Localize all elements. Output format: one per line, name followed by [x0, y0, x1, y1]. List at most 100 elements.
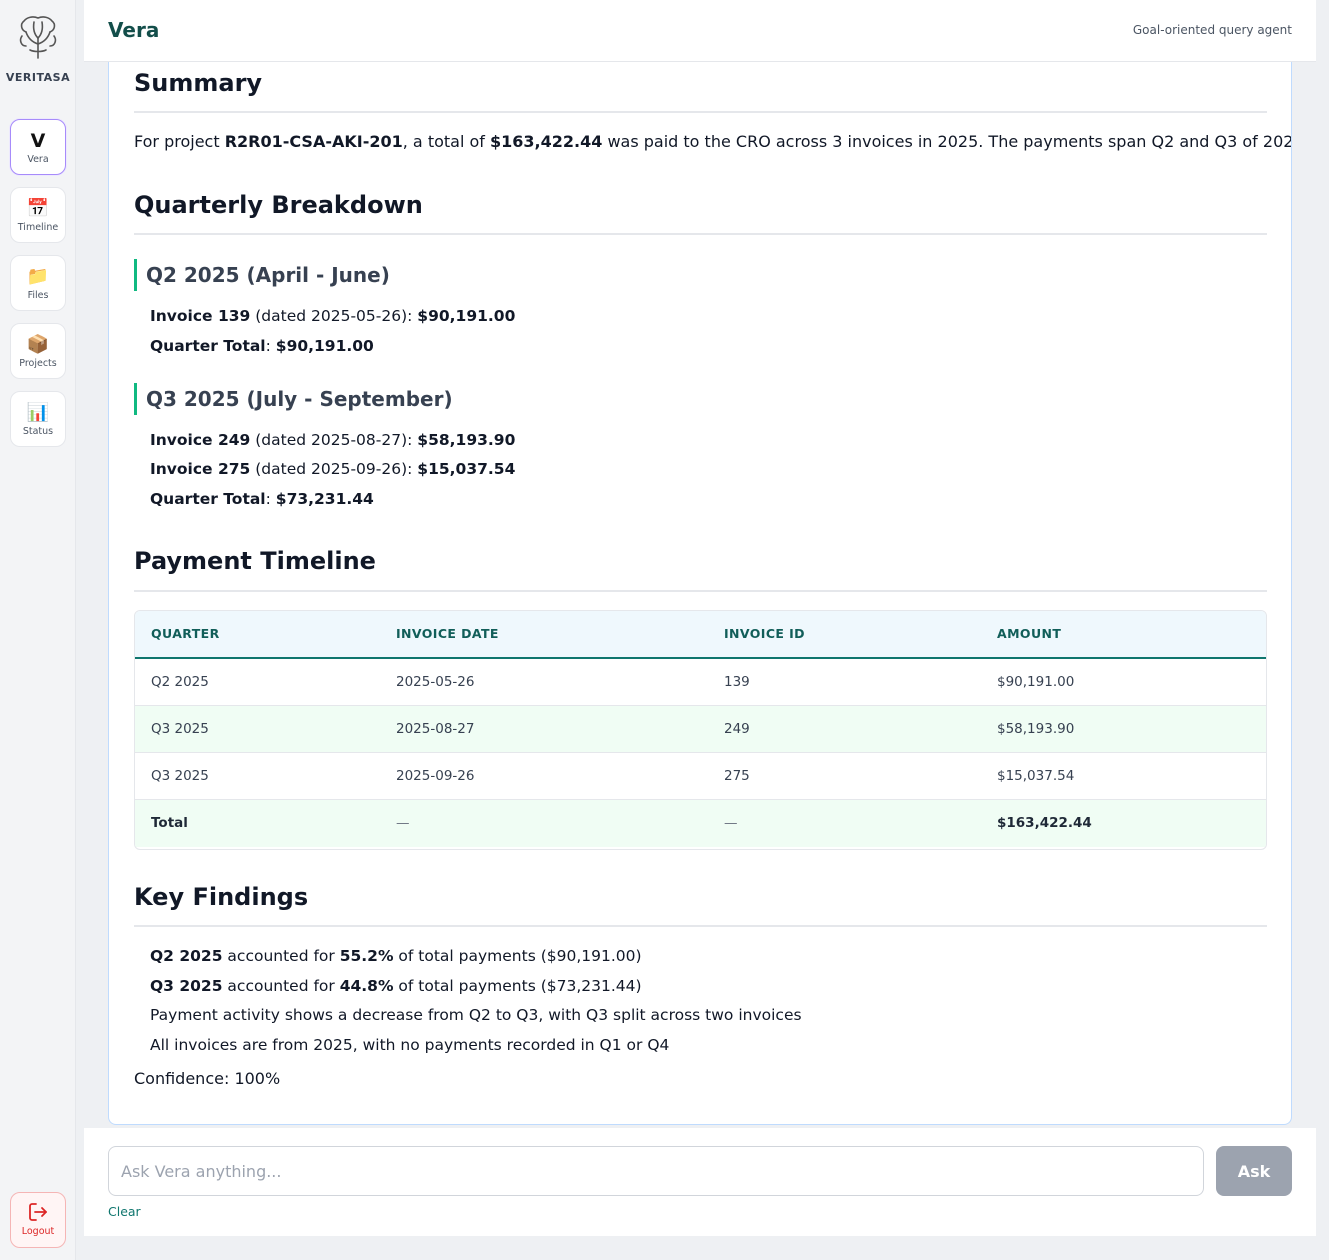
nav-label-projects: Projects: [19, 358, 57, 369]
bar-chart-icon: 📊: [26, 402, 50, 423]
finding-item: All invoices are from 2025, with no paym…: [150, 1036, 670, 1054]
summary-total: $163,422.44: [490, 132, 603, 151]
table-row: Q3 2025 2025-08-27 249 $58,193.90: [135, 706, 1266, 753]
q3-total-line: Quarter Total: $73,231.44: [150, 490, 374, 508]
nav-item-projects[interactable]: 📦 Projects: [10, 323, 66, 379]
table-cell: 249: [724, 721, 750, 737]
logout-button[interactable]: Logout: [10, 1192, 66, 1248]
table-cell: —: [724, 815, 738, 831]
invoice-label: Invoice 139: [150, 307, 251, 325]
invoice-date-text: (dated 2025-05-26):: [250, 307, 418, 325]
table-header-row: QUARTER INVOICE DATE INVOICE ID AMOUNT: [135, 611, 1266, 659]
app-header: Vera Goal-oriented query agent: [84, 0, 1316, 62]
table-cell: 2025-08-27: [396, 721, 475, 737]
table-cell: 139: [724, 674, 750, 690]
quarter-total-amount: $90,191.00: [275, 337, 374, 355]
table-cell: Q3 2025: [151, 721, 209, 737]
confidence-text: Confidence: 100%: [134, 1069, 281, 1088]
finding-text: accounted for: [222, 977, 340, 995]
finding-item: Q3 2025 accounted for 44.8% of total pay…: [150, 977, 642, 995]
q3-heading: Q3 2025 (July - September): [134, 383, 453, 415]
logout-icon: [29, 1203, 47, 1221]
nav-label-timeline: Timeline: [17, 222, 59, 233]
nav-label-vera: Vera: [27, 154, 49, 165]
invoice-amount: $15,037.54: [417, 460, 516, 478]
table-cell: Total: [151, 815, 188, 831]
finding-item: Q2 2025 accounted for 55.2% of total pay…: [150, 947, 642, 965]
timeline-heading: Payment Timeline: [134, 547, 376, 575]
query-input-bar: Ask Clear: [84, 1128, 1316, 1236]
invoice-275-line: Invoice 275 (dated 2025-09-26): $15,037.…: [150, 460, 515, 478]
table-row: Q2 2025 2025-05-26 139 $90,191.00: [135, 659, 1266, 706]
invoice-date-text: (dated 2025-09-26):: [250, 460, 418, 478]
summary-divider: [134, 111, 1267, 113]
quarter-total-sep: :: [265, 490, 276, 508]
column-header: INVOICE ID: [724, 626, 805, 641]
nav-item-vera[interactable]: V Vera: [10, 119, 66, 175]
finding-percent: 44.8%: [339, 977, 394, 995]
table-cell: Q2 2025: [151, 674, 209, 690]
nav-item-status[interactable]: 📊 Status: [10, 391, 66, 447]
brain-tree-logo-icon: [19, 16, 57, 59]
q2-heading: Q2 2025 (April - June): [134, 259, 390, 291]
finding-text: of total payments ($73,231.44): [393, 977, 642, 995]
folder-icon: 📁: [26, 266, 50, 287]
payment-timeline-table: QUARTER INVOICE DATE INVOICE ID AMOUNT Q…: [134, 610, 1267, 850]
summary-text-c: was paid to the CRO across 3 invoices in…: [602, 132, 1292, 151]
invoice-label: Invoice 249: [150, 431, 251, 449]
quarter-total-sep: :: [265, 337, 276, 355]
table-cell: —: [396, 815, 410, 831]
breakdown-divider: [134, 233, 1267, 235]
invoice-139-line: Invoice 139 (dated 2025-05-26): $90,191.…: [150, 307, 515, 325]
table-total-row: Total — — $163,422.44: [135, 800, 1266, 847]
table-cell: Q3 2025: [151, 768, 209, 784]
column-header: AMOUNT: [997, 626, 1062, 641]
invoice-date-text: (dated 2025-08-27):: [250, 431, 418, 449]
finding-text: accounted for: [222, 947, 340, 965]
table-row: Q3 2025 2025-09-26 275 $15,037.54: [135, 753, 1266, 800]
table-cell: 2025-09-26: [396, 768, 475, 784]
summary-text-a: For project: [134, 132, 225, 151]
table-cell: 275: [724, 768, 750, 784]
q2-total-line: Quarter Total: $90,191.00: [150, 337, 374, 355]
table-cell: 2025-05-26: [396, 674, 475, 690]
column-header: QUARTER: [151, 626, 220, 641]
answer-card: Summary For project R2R01-CSA-AKI-201, a…: [108, 62, 1292, 1125]
findings-divider: [134, 925, 1267, 927]
breakdown-heading: Quarterly Breakdown: [134, 191, 423, 219]
finding-percent: 55.2%: [339, 947, 394, 965]
ask-button[interactable]: Ask: [1216, 1146, 1292, 1196]
summary-project-id: R2R01-CSA-AKI-201: [224, 132, 403, 151]
table-cell: $90,191.00: [997, 674, 1075, 690]
invoice-amount: $58,193.90: [417, 431, 516, 449]
table-cell: $15,037.54: [997, 768, 1075, 784]
package-icon: 📦: [26, 334, 50, 355]
nav-label-status: Status: [22, 426, 54, 437]
sidebar: VERITASA V Vera 📅 Timeline 📁 Files 📦 Pro…: [0, 0, 76, 1260]
quarter-total-amount: $73,231.44: [275, 490, 374, 508]
brand-name: VERITASA: [5, 71, 71, 84]
finding-quarter: Q2 2025: [150, 947, 223, 965]
clear-link[interactable]: Clear: [108, 1204, 141, 1219]
vera-letter-icon: V: [30, 130, 46, 152]
nav-label-files: Files: [27, 290, 49, 301]
summary-text-b: , a total of: [402, 132, 490, 151]
timeline-divider: [134, 590, 1267, 592]
invoice-249-line: Invoice 249 (dated 2025-08-27): $58,193.…: [150, 431, 515, 449]
summary-heading: Summary: [134, 69, 263, 97]
table-cell: $163,422.44: [997, 815, 1092, 831]
invoice-amount: $90,191.00: [417, 307, 516, 325]
summary-text: For project R2R01-CSA-AKI-201, a total o…: [134, 132, 1292, 151]
ask-input[interactable]: [108, 1146, 1204, 1196]
calendar-icon: 📅: [26, 198, 50, 219]
app-title: Vera: [108, 18, 160, 42]
finding-quarter: Q3 2025: [150, 977, 223, 995]
logout-label: Logout: [21, 1226, 55, 1237]
finding-item: Payment activity shows a decrease from Q…: [150, 1006, 802, 1024]
invoice-label: Invoice 275: [150, 460, 251, 478]
nav-item-files[interactable]: 📁 Files: [10, 255, 66, 311]
table-cell: $58,193.90: [997, 721, 1075, 737]
app-subtitle: Goal-oriented query agent: [1132, 23, 1292, 37]
nav-item-timeline[interactable]: 📅 Timeline: [10, 187, 66, 243]
quarter-total-label: Quarter Total: [150, 490, 266, 508]
